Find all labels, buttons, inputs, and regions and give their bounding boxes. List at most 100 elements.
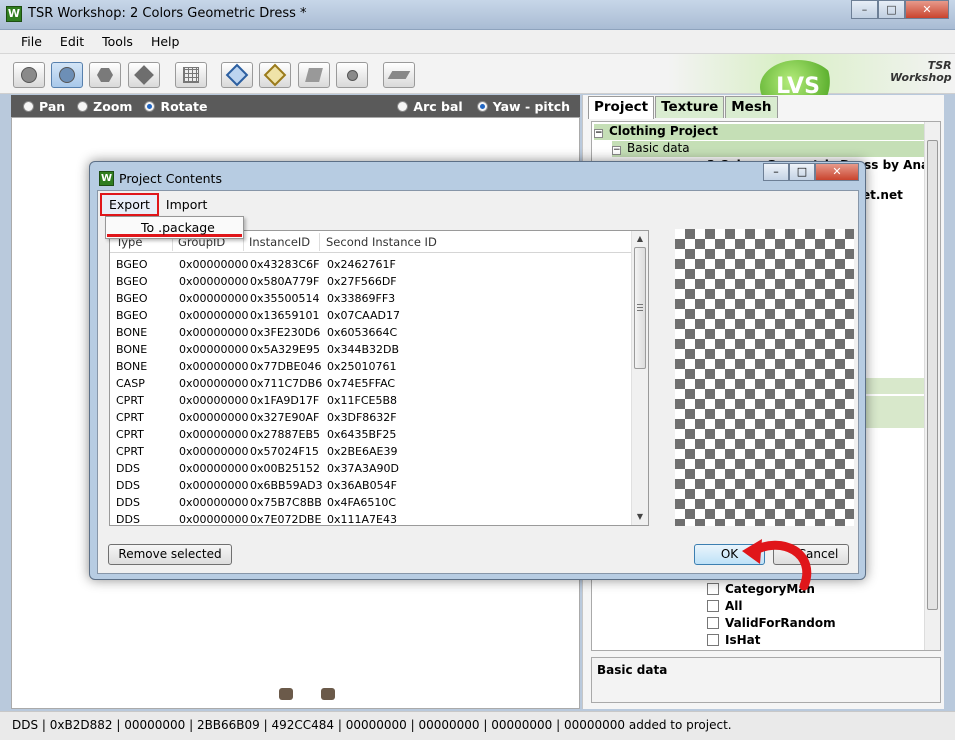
cell-type: BGEO [116,309,148,322]
close-button[interactable]: ✕ [905,0,949,19]
tab-project[interactable]: Project [588,96,655,119]
tab-mesh[interactable]: Mesh [725,96,778,118]
cell-instance-id: 0x580A779F [250,275,320,288]
cell-group-id: 0x00000000 [179,377,249,390]
cell-type: CASP [116,377,145,390]
view-diamond-button[interactable] [128,62,160,88]
view-sphere-button[interactable] [13,62,45,88]
yaw-pitch-radio[interactable] [476,100,488,112]
cell-second-instance-id: 0x07CAAD17 [327,309,401,322]
cell-group-id: 0x00000000 [179,462,249,475]
checkbox-icon[interactable] [707,583,719,595]
cell-type: CPRT [116,411,144,424]
tree-scrollbar[interactable] [924,122,940,650]
view-faceted-button[interactable] [89,62,121,88]
tree-basic-data[interactable]: − Basic data [612,141,924,157]
remove-selected-button[interactable]: Remove selected [108,544,232,565]
menu-file[interactable]: File [12,34,51,49]
cell-instance-id: 0x3FE230D6 [250,326,321,339]
arrow-head [742,539,762,564]
cell-second-instance-id: 0x6435BF25 [327,428,397,441]
minimize-button[interactable]: – [851,0,878,19]
table-row[interactable]: BONE 0x00000000 0x3FE230D6 0x6053664C [110,324,632,341]
view-grid-button[interactable] [175,62,207,88]
table-row[interactable]: BGEO 0x00000000 0x43283C6F 0x2462761F [110,256,632,273]
app-logo-icon: W [6,6,22,22]
cell-group-id: 0x00000000 [179,326,249,339]
cell-instance-id: 0x13659101 [250,309,320,322]
mesh-gold-button[interactable] [259,62,291,88]
table-row[interactable]: CPRT 0x00000000 0x27887EB5 0x6435BF25 [110,426,632,443]
zoom-radio[interactable] [77,100,89,112]
cell-group-id: 0x00000000 [179,258,249,271]
table-row[interactable]: BONE 0x00000000 0x5A329E95 0x344B32DB [110,341,632,358]
table-row[interactable]: CASP 0x00000000 0x711C7DB6 0x74E5FFAC [110,375,632,392]
smooth-sphere-icon [59,67,75,83]
table-row[interactable]: CPRT 0x00000000 0x57024F15 0x2BE6AE39 [110,443,632,460]
cell-second-instance-id: 0x27F566DF [327,275,397,288]
cell-instance-id: 0x77DBE046 [250,360,322,373]
menu-export[interactable]: Export [100,192,159,216]
tree-root[interactable]: − Clothing Project [594,124,924,140]
dialog-minimize-button[interactable]: – [763,163,789,181]
scroll-thumb[interactable] [634,247,646,369]
table-row[interactable]: DDS 0x00000000 0x6BB59AD3 0x36AB054F [110,477,632,494]
checkbox-valid-for-random[interactable]: ValidForRandom [707,616,836,630]
cell-instance-id: 0x7E072DBE [250,513,322,526]
checkbox-icon[interactable] [707,617,719,629]
checkbox-icon[interactable] [707,600,719,612]
cell-second-instance-id: 0x74E5FFAC [327,377,396,390]
cell-group-id: 0x00000000 [179,445,249,458]
list-scrollbar[interactable]: ▲ ▼ [631,231,648,525]
panel-tabs: Project Texture Mesh [588,96,779,119]
rotate-label: Rotate [160,98,208,114]
table-row[interactable]: CPRT 0x00000000 0x327E90AF 0x3DF8632F [110,409,632,426]
cell-group-id: 0x00000000 [179,360,249,373]
checkbox-is-hat[interactable]: IsHat [707,633,760,647]
table-row[interactable]: DDS 0x00000000 0x7E072DBE 0x111A7E43 [110,511,632,526]
contents-list[interactable]: Type GroupID InstanceID Second Instance … [109,230,649,526]
model-preview [277,688,339,702]
floor-button[interactable] [383,62,415,88]
menu-tools[interactable]: Tools [93,34,142,49]
cell-second-instance-id: 0x111A7E43 [327,513,397,526]
cell-instance-id: 0x57024F15 [250,445,319,458]
table-row[interactable]: BONE 0x00000000 0x77DBE046 0x25010761 [110,358,632,375]
collapse-icon[interactable]: − [594,129,603,138]
table-row[interactable]: DDS 0x00000000 0x00B25152 0x37A3A90D [110,460,632,477]
column-divider[interactable] [319,233,320,251]
mesh-blue-button[interactable] [221,62,253,88]
col-second-instance-id[interactable]: Second Instance ID [326,235,437,249]
dialog-maximize-button[interactable]: □ [789,163,815,181]
checkbox-all[interactable]: All [707,599,743,613]
scroll-up-icon[interactable]: ▲ [634,233,646,245]
cell-group-id: 0x00000000 [179,292,249,305]
view-smooth-button[interactable] [51,62,83,88]
dialog-close-button[interactable]: ✕ [815,163,859,181]
menu-import[interactable]: Import [159,195,215,214]
cell-group-id: 0x00000000 [179,496,249,509]
table-row[interactable]: DDS 0x00000000 0x75B7C8BB 0x4FA6510C [110,494,632,511]
export-to-package-item[interactable]: To .package [107,218,242,237]
menu-help[interactable]: Help [142,34,189,49]
menu-edit[interactable]: Edit [51,34,93,49]
box-button[interactable] [298,62,330,88]
table-row[interactable]: BGEO 0x00000000 0x13659101 0x07CAAD17 [110,307,632,324]
light-button[interactable] [336,62,368,88]
grid-icon [183,67,199,83]
rotate-radio[interactable] [144,100,156,112]
scroll-thumb[interactable] [927,140,938,610]
table-row[interactable]: BGEO 0x00000000 0x35500514 0x33869FF3 [110,290,632,307]
table-row[interactable]: CPRT 0x00000000 0x1FA9D17F 0x11FCE5B8 [110,392,632,409]
tab-texture[interactable]: Texture [655,96,725,118]
menubar: File Edit Tools Help [0,30,955,54]
checkbox-icon[interactable] [707,634,719,646]
table-row[interactable]: BGEO 0x00000000 0x580A779F 0x27F566DF [110,273,632,290]
collapse-icon[interactable]: − [612,146,621,155]
pan-radio[interactable] [23,100,34,112]
scroll-down-icon[interactable]: ▼ [634,511,646,523]
arcball-radio[interactable] [397,100,409,112]
maximize-button[interactable]: □ [878,0,905,19]
cell-type: DDS [116,513,140,526]
col-instance-id[interactable]: InstanceID [249,235,310,249]
